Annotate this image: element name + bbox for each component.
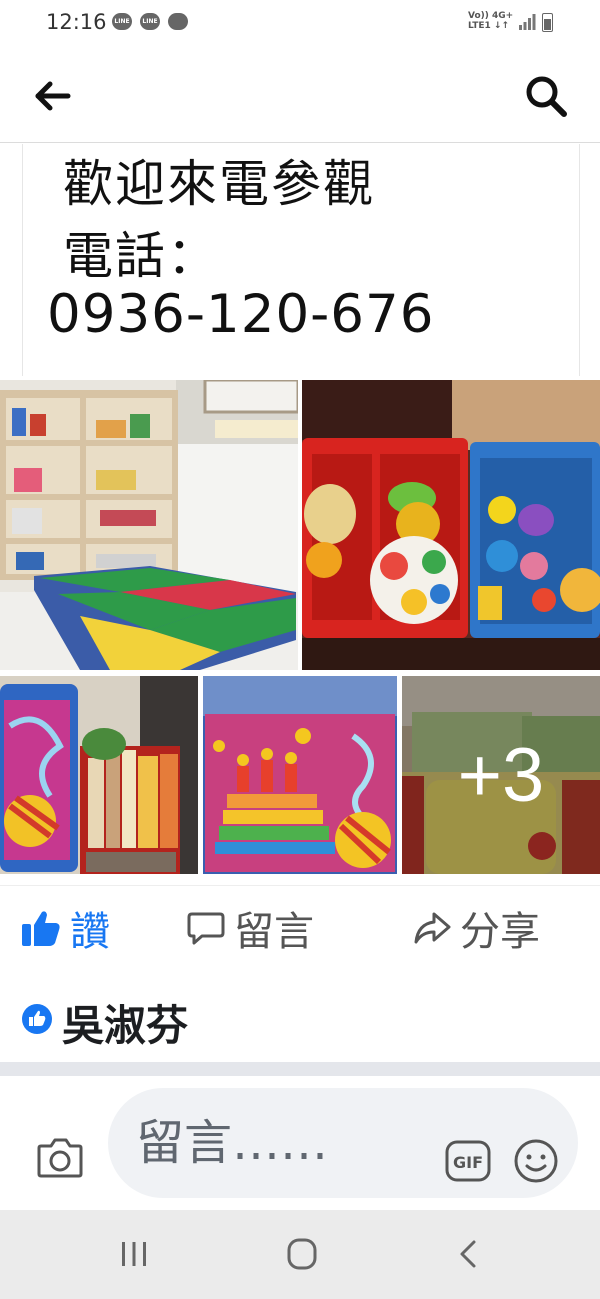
arrow-left-icon[interactable] — [30, 76, 74, 116]
back-chevron-icon[interactable] — [450, 1236, 490, 1272]
comment-bubble-icon — [187, 912, 225, 945]
more-photos-tile[interactable]: +3 — [402, 676, 600, 874]
reactions-row[interactable]: 吳淑芬 — [0, 970, 600, 1062]
comment-label: 留言 — [234, 909, 314, 955]
post-text-line: 歡迎來電參觀 — [63, 155, 375, 213]
reactor-name: 吳淑芬 — [62, 1001, 189, 1050]
share-arrow-icon — [414, 912, 451, 944]
comment-composer: GIF — [0, 1076, 600, 1210]
share-label: 分享 — [460, 909, 540, 955]
chat-bubble-icon — [168, 13, 188, 30]
post-photo[interactable] — [302, 380, 600, 670]
section-divider — [0, 1062, 600, 1076]
post-actions-bar: 讚 留言 分享 — [0, 885, 600, 971]
network-line-2: LTE1 ↓↑ — [468, 21, 510, 31]
signal-icon — [519, 14, 536, 30]
home-icon[interactable] — [282, 1236, 322, 1272]
comment-input[interactable] — [136, 1112, 436, 1174]
network-line-1: Vo)) 4G+ — [468, 11, 514, 21]
like-reaction-icon — [22, 1004, 52, 1034]
more-photos-count: +3 — [402, 676, 600, 874]
search-icon[interactable] — [522, 73, 572, 119]
like-label: 讚 — [70, 909, 110, 955]
share-button[interactable]: 分享 — [412, 902, 540, 955]
status-time: 12:16 — [46, 10, 107, 34]
post-text-panel: 歡迎來電參觀 電話： 0936-120-676 — [22, 144, 580, 376]
post-photo[interactable] — [0, 380, 298, 670]
top-bar — [0, 48, 600, 143]
status-bar: 12:16 LINE LINE Vo)) 4G+ LTE1 ↓↑ — [0, 0, 600, 48]
post-photo[interactable] — [203, 676, 397, 874]
comment-input-wrapper: GIF — [108, 1088, 578, 1198]
battery-icon — [542, 13, 553, 32]
phone-number: 0936-120-676 — [47, 284, 435, 345]
like-button[interactable]: 讚 — [20, 902, 110, 955]
post-photo[interactable] — [0, 676, 198, 874]
camera-icon[interactable] — [36, 1134, 84, 1180]
line-app-icon: LINE — [140, 13, 160, 30]
network-indicator: Vo)) 4G+ LTE1 ↓↑ — [468, 11, 513, 31]
recent-apps-icon[interactable] — [114, 1236, 154, 1272]
comment-button[interactable]: 留言 — [186, 902, 314, 955]
thumbs-up-icon — [22, 911, 60, 946]
emoji-icon[interactable] — [513, 1138, 559, 1184]
post-text-line: 電話： — [63, 227, 219, 285]
gif-icon[interactable]: GIF — [445, 1140, 491, 1182]
line-app-icon: LINE — [112, 13, 132, 30]
gif-label: GIF — [453, 1153, 483, 1172]
system-nav-bar — [0, 1210, 600, 1299]
